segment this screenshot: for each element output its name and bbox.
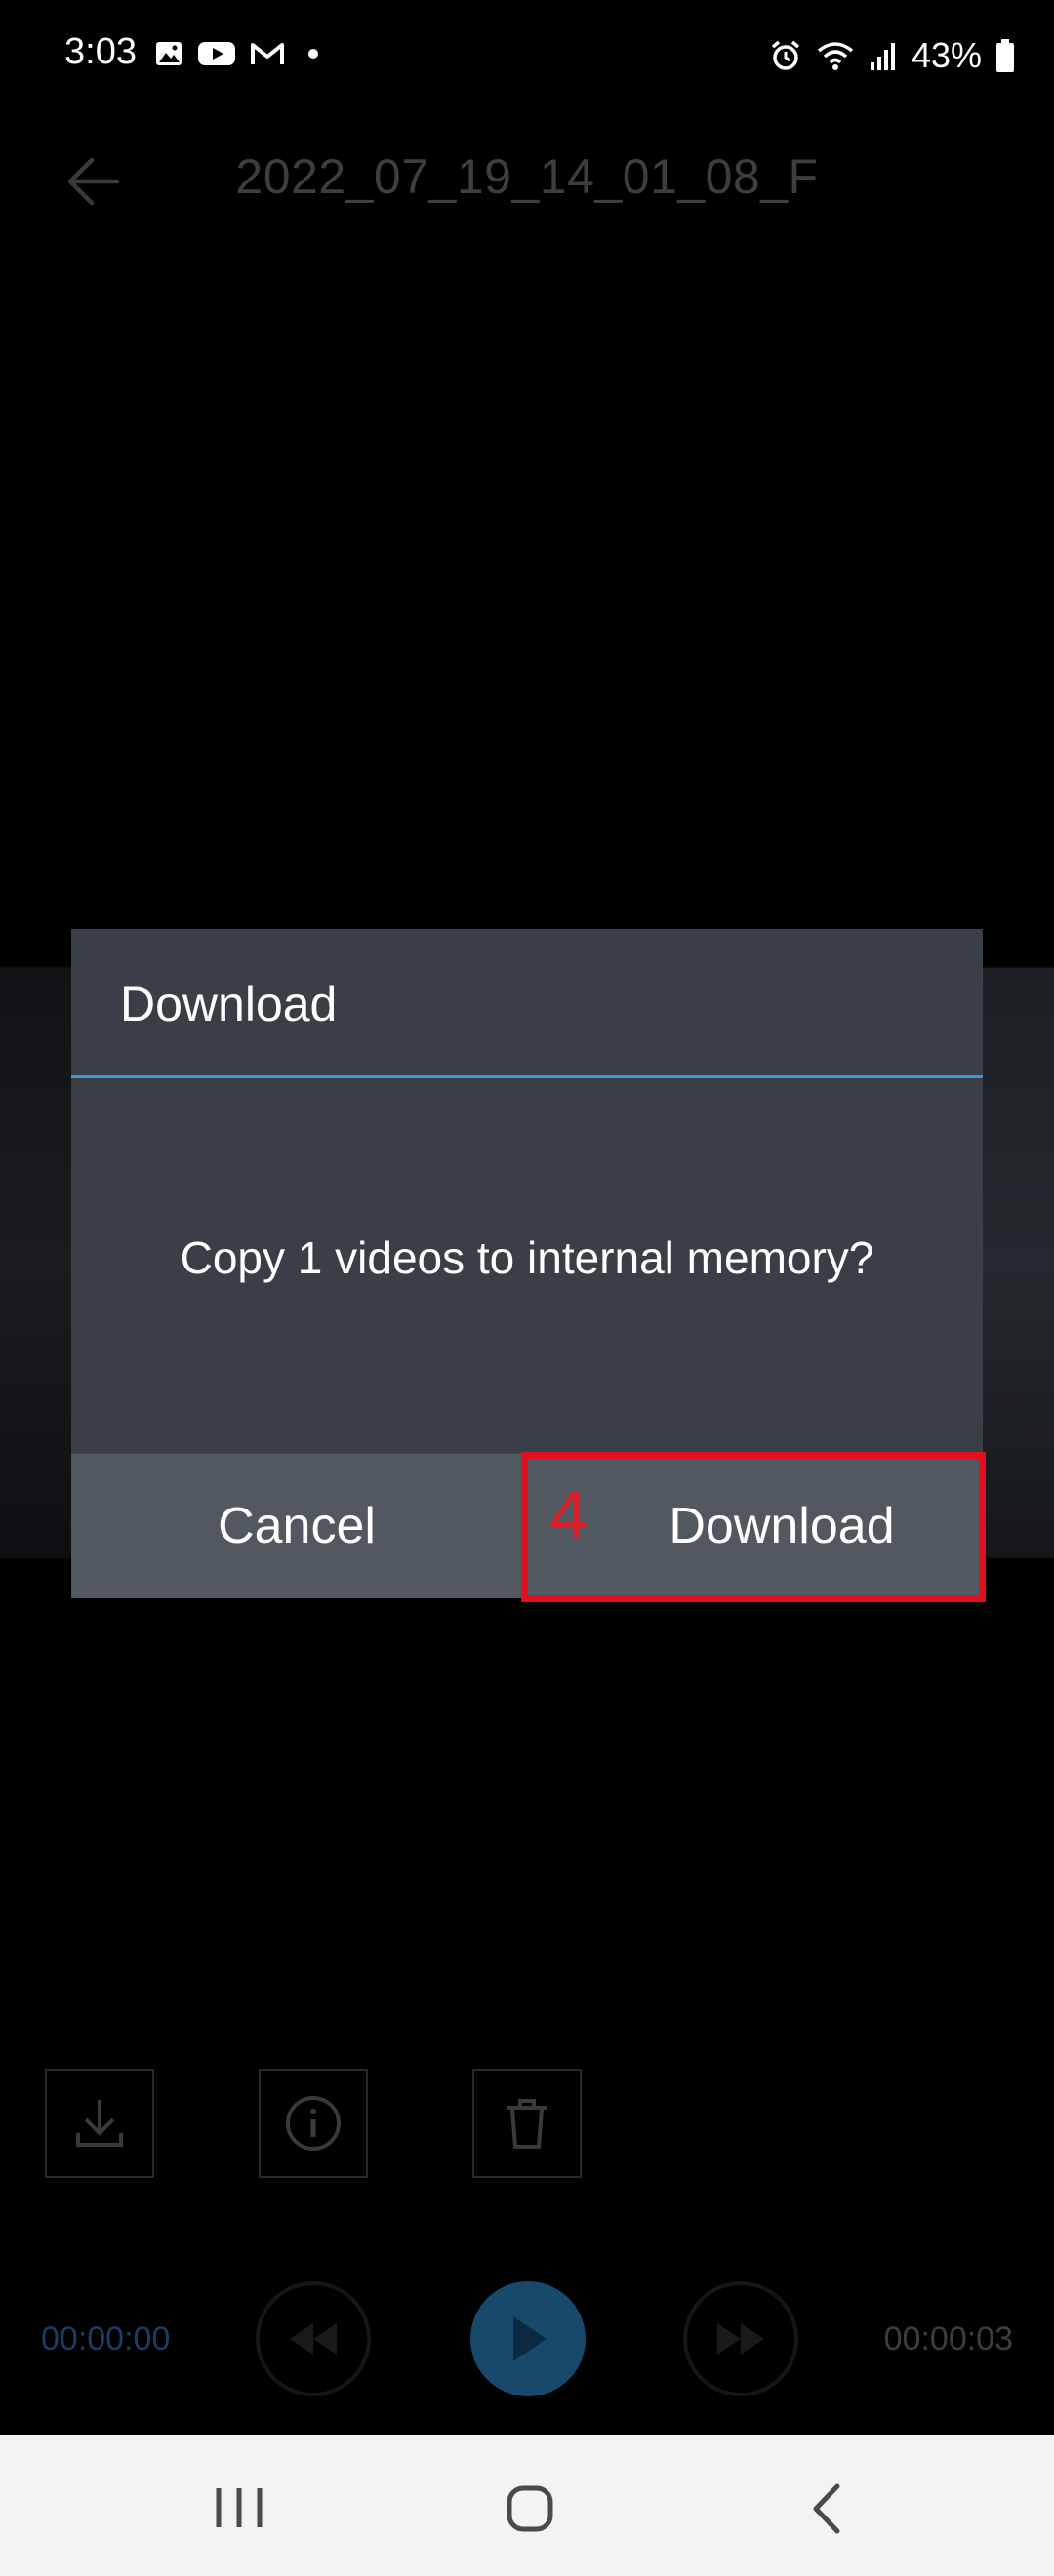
total-time: 00:00:03 (883, 2320, 1013, 2357)
gallery-icon (156, 42, 182, 65)
cancel-button[interactable]: Cancel (71, 1454, 522, 1598)
info-action-button[interactable] (259, 2069, 368, 2178)
gmail-icon (251, 43, 284, 64)
rewind-button[interactable] (256, 2281, 371, 2396)
play-button[interactable] (470, 2281, 586, 2396)
youtube-icon (198, 42, 235, 65)
system-icons: 43% (769, 35, 1015, 76)
recent-apps-icon[interactable] (205, 2478, 273, 2537)
download-action-button[interactable] (45, 2069, 154, 2178)
current-time: 00:00:00 (41, 2320, 171, 2357)
video-preview-right-edge (976, 968, 1054, 1557)
download-icon (76, 2100, 123, 2147)
fast-forward-button[interactable] (683, 2281, 798, 2396)
dot-icon (308, 49, 318, 59)
fast-forward-icon (717, 2323, 764, 2355)
delete-action-button[interactable] (472, 2069, 582, 2178)
video-title: 2022_07_19_14_01_08_F (235, 149, 819, 204)
dialog-title: Download (120, 977, 338, 1031)
step-number: 4 (549, 1476, 588, 1552)
trash-icon (507, 2099, 547, 2149)
wifi-icon (817, 42, 854, 70)
rewind-icon (290, 2323, 337, 2355)
play-icon (513, 2316, 547, 2361)
nav-back-icon[interactable] (798, 2475, 857, 2543)
status-time: 3:03 (64, 31, 137, 72)
signal-icon (870, 43, 895, 70)
home-icon[interactable] (496, 2475, 564, 2543)
dialog-divider (71, 1075, 983, 1078)
dialog-message: Copy 1 videos to internal memory? (180, 1232, 874, 1283)
step-highlight-box (521, 1452, 986, 1602)
battery-percent: 43% (911, 35, 982, 75)
info-icon (286, 2096, 341, 2151)
notification-icons (154, 39, 328, 68)
battery-icon (996, 39, 1014, 72)
video-preview-left-edge (0, 968, 78, 1557)
cancel-button-label: Cancel (218, 1498, 376, 1554)
alarm-icon (771, 40, 800, 70)
